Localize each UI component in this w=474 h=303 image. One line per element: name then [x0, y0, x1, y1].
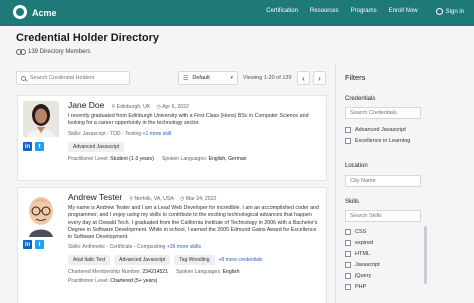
acme-logo-icon[interactable]: [13, 5, 27, 19]
skill-filter-option[interactable]: CSS: [345, 229, 366, 235]
more-skills-link[interactable]: +36 more skills: [167, 244, 201, 250]
nav-link-enroll-now[interactable]: Enroll Now: [389, 8, 418, 15]
member-name[interactable]: Jane Doe: [68, 100, 104, 110]
credential-tag[interactable]: Advanced Javascript: [114, 255, 171, 265]
avatar[interactable]: [23, 101, 59, 137]
date: ◷ Mar 24, 2022: [179, 196, 217, 202]
page-title: Credential Holder Directory: [16, 32, 160, 44]
search-icon: [21, 75, 26, 81]
credential-tags: Advanced Javascript: [68, 141, 320, 152]
nav-link-resources[interactable]: Resources: [310, 8, 339, 15]
credential-filter-option[interactable]: Excellence in Learning: [345, 138, 410, 144]
users-icon: [16, 49, 26, 55]
skill-filter-option[interactable]: PHP: [345, 284, 366, 290]
user-icon: [435, 8, 443, 15]
skills-scrollbar[interactable]: [424, 226, 427, 284]
location-input[interactable]: [345, 175, 421, 187]
prev-page-button[interactable]: ‹: [297, 71, 310, 85]
top-nav: Acme Certification Resources Programs En…: [0, 0, 474, 26]
credential-tag[interactable]: Tag Wrestling: [174, 255, 215, 265]
date: ◷ Apr 6, 2022: [156, 104, 189, 110]
nav-links: Certification Resources Programs Enroll …: [266, 8, 464, 15]
directory-card[interactable]: in t Jane Doe ⚲ Edinburgh, UK ◷ Apr 6, 2…: [17, 95, 327, 181]
social-links: in t: [23, 142, 44, 151]
social-links: in t: [23, 240, 44, 249]
avatar[interactable]: [23, 193, 59, 237]
sign-in-button[interactable]: Sign in: [435, 8, 464, 15]
nav-link-programs[interactable]: Programs: [351, 8, 377, 15]
directory-card[interactable]: in t Andrew Tester ⚲ Norfolk, VA, USA ◷ …: [17, 187, 327, 303]
location: ⚲ Edinburgh, UK: [111, 104, 151, 110]
credentials-label: Credentials: [345, 96, 376, 102]
credential-tags: Arial Italic Test Advanced Javascript Ta…: [68, 255, 320, 265]
linkedin-icon[interactable]: in: [23, 142, 32, 151]
next-page-button[interactable]: ›: [313, 71, 326, 85]
member-description: My name is Andrew Tester and I am a Lead…: [68, 205, 319, 241]
checkbox[interactable]: [345, 229, 351, 235]
sort-value: Default: [192, 75, 210, 81]
member-count-label: 139 Directory Members: [28, 49, 91, 55]
sidebar-divider: [335, 64, 336, 303]
checkbox[interactable]: [345, 240, 351, 246]
sort-icon: ☰: [183, 75, 189, 82]
credentials-search-input[interactable]: [345, 107, 421, 119]
checkbox[interactable]: [345, 138, 351, 144]
checkbox[interactable]: [345, 273, 351, 279]
sort-select[interactable]: ☰ Default ▾: [178, 71, 238, 85]
card-body: Andrew Tester ⚲ Norfolk, VA, USA ◷ Mar 2…: [68, 192, 320, 284]
member-count: 139 Directory Members: [16, 49, 90, 55]
checkbox[interactable]: [345, 284, 351, 290]
credential-tag[interactable]: Arial Italic Test: [68, 255, 111, 265]
linkedin-icon[interactable]: in: [23, 240, 32, 249]
more-credentials-link[interactable]: +8 more credentials: [219, 257, 263, 263]
member-description: I recently graduated from Edinburgh Univ…: [68, 113, 309, 127]
skills-label: Skills: [345, 199, 360, 205]
member-fields: Practitioner Level: Chartered (5+ years): [68, 278, 158, 284]
checkbox[interactable]: [345, 127, 351, 133]
skill-filter-option[interactable]: Javascript: [345, 262, 380, 268]
filters-title: Filters: [345, 73, 366, 82]
skill-filter-option[interactable]: HTML: [345, 251, 370, 257]
more-skills-link[interactable]: +1 more skill: [143, 131, 172, 137]
sign-in-label: Sign in: [445, 8, 464, 15]
skill-filter-option[interactable]: jQuery: [345, 273, 371, 279]
location: ⚲ Norfolk, VA, USA: [129, 196, 174, 202]
member-fields: Chartered Membership Number: 234214521 S…: [68, 269, 240, 275]
credential-tag[interactable]: Advanced Javascript: [68, 141, 125, 152]
twitter-icon[interactable]: t: [35, 142, 44, 151]
card-body: Jane Doe ⚲ Edinburgh, UK ◷ Apr 6, 2022 I…: [68, 100, 320, 162]
chevron-down-icon: ▾: [230, 75, 233, 81]
nav-link-certification[interactable]: Certification: [266, 8, 298, 15]
search-input[interactable]: [30, 75, 125, 81]
checkbox[interactable]: [345, 262, 351, 268]
member-name[interactable]: Andrew Tester: [68, 192, 122, 202]
skills-search-input[interactable]: [345, 210, 421, 222]
member-fields: Practitioner Level: Student (1-3 years) …: [68, 155, 247, 162]
credential-filter-option[interactable]: Advanced Javascript: [345, 127, 406, 133]
twitter-icon[interactable]: t: [35, 240, 44, 249]
checkbox[interactable]: [345, 251, 351, 257]
brand-name[interactable]: Acme: [32, 8, 57, 18]
search-box[interactable]: [16, 71, 130, 85]
location-label: Location: [345, 163, 368, 169]
skill-filter-option[interactable]: expired: [345, 240, 373, 246]
skills-line: Skills: Javascript - TDD - Testing +1 mo…: [68, 130, 172, 137]
viewing-range: Viewing 1-20 of 139: [243, 75, 292, 81]
skills-line: Skills: Arithmetic - Certificate - Compo…: [68, 244, 201, 250]
